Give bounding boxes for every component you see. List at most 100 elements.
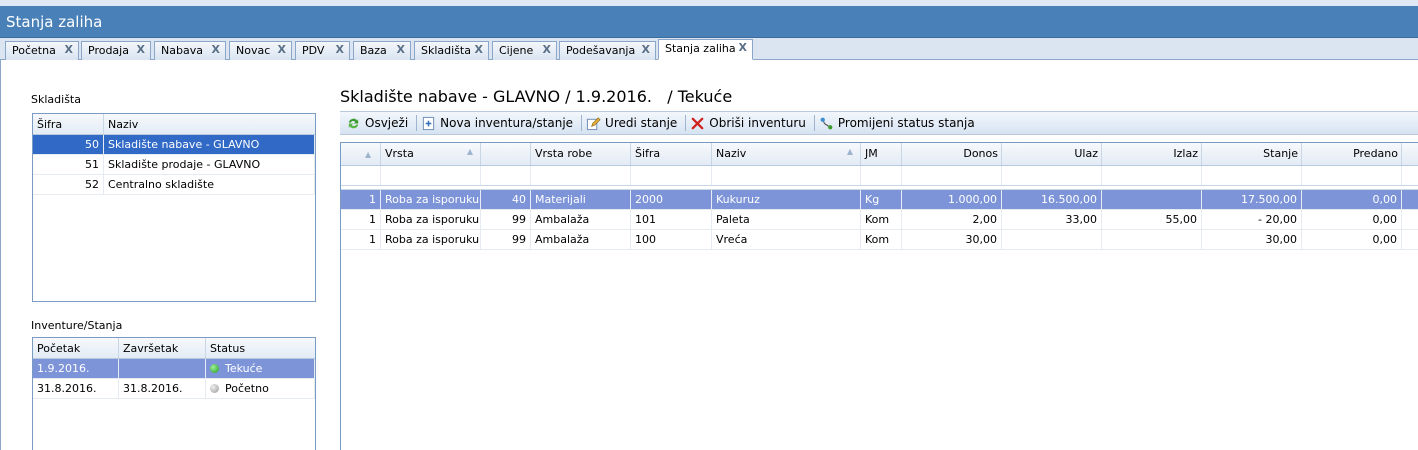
column-header-naziv[interactable]: Naziv	[104, 114, 315, 134]
close-icon[interactable]: X	[475, 43, 483, 56]
tab-stanja-zaliha[interactable]: Stanja zaliha X	[658, 39, 753, 60]
column-header-vrsta-robe-no[interactable]	[481, 143, 531, 165]
column-header-label: Naziv	[716, 147, 747, 160]
cell-naziv: Kukuruz	[712, 190, 861, 209]
close-icon[interactable]: X	[212, 43, 220, 56]
close-icon[interactable]: X	[397, 43, 405, 56]
cell-vrsta-robe-no: 40	[481, 190, 531, 209]
table-row[interactable]: 31.8.2016. 31.8.2016. Početno	[33, 379, 315, 399]
table-row[interactable]: 1 Roba za isporuku 40 Materijali 2000 Ku…	[341, 190, 1418, 210]
warehouses-grid[interactable]: Šifra Naziv 50 Skladište nabave - GLAVNO…	[32, 113, 316, 302]
status-text: Tekuće	[225, 362, 263, 375]
cell-status: Tekuće	[206, 359, 315, 378]
stock-grid[interactable]: ▲ Vrsta ▲ Vrsta robe Šifra Naziv ▲ JM Dono…	[340, 142, 1418, 450]
new-inventory-button[interactable]: Nova inventura/stanje	[419, 113, 579, 133]
tab-nabava[interactable]: Nabava X	[154, 41, 226, 60]
cell-donos: 1.000,00	[902, 190, 1002, 209]
filter-cell[interactable]	[1002, 166, 1102, 185]
new-document-icon	[423, 116, 435, 130]
column-header-status[interactable]: Status	[206, 338, 315, 358]
cell-vrsta-robe-no: 99	[481, 230, 531, 249]
delete-inventory-button[interactable]: Obriši inventuru	[688, 113, 812, 133]
status-text: Početno	[225, 382, 269, 395]
close-icon[interactable]: X	[65, 43, 73, 56]
column-header-donos[interactable]: Donos	[902, 143, 1002, 165]
sort-icon: ▲	[365, 150, 372, 159]
column-header-vrsta-robe[interactable]: Vrsta robe	[531, 143, 631, 165]
tab-cijene[interactable]: Cijene X	[492, 41, 557, 60]
filter-cell[interactable]	[341, 166, 381, 185]
cell-naziv: Skladište nabave - GLAVNO	[104, 135, 315, 154]
column-header-predano[interactable]: Predano	[1302, 143, 1402, 165]
cell-vrsta-robe: Ambalaža	[531, 210, 631, 229]
close-icon[interactable]: X	[543, 43, 551, 56]
cell-pocetak: 31.8.2016.	[33, 379, 119, 398]
close-icon[interactable]: X	[278, 43, 286, 56]
filter-cell[interactable]	[481, 166, 531, 185]
tab-novac[interactable]: Novac X	[229, 41, 292, 60]
cell-stanje: 30,00	[1202, 230, 1302, 249]
cell-sifra: 52	[33, 175, 104, 194]
filter-cell[interactable]	[902, 166, 1002, 185]
close-icon[interactable]: X	[642, 43, 650, 56]
inventories-grid[interactable]: Početak Završetak Status 1.9.2016. Tekuć…	[32, 337, 316, 450]
column-header-sifra[interactable]: Šifra	[33, 114, 104, 134]
cell-vrsta-no: 1	[341, 190, 381, 209]
edit-button[interactable]: Uredi stanje	[584, 113, 683, 133]
column-header-indicator[interactable]: ▲	[341, 143, 381, 165]
cell-predano: 0,00	[1302, 190, 1402, 209]
filter-row[interactable]	[341, 166, 1418, 186]
filter-cell[interactable]	[712, 166, 861, 185]
close-icon[interactable]: X	[336, 43, 344, 56]
filter-cell[interactable]	[861, 166, 902, 185]
table-row[interactable]: 50 Skladište nabave - GLAVNO	[33, 135, 315, 155]
cell-izlaz	[1102, 190, 1202, 209]
cell-sifra: 51	[33, 155, 104, 174]
column-header-zavrsetak[interactable]: Završetak	[119, 338, 206, 358]
tab-label: Nabava	[161, 44, 203, 57]
edit-icon	[586, 116, 601, 130]
cell-sifra: 50	[33, 135, 104, 154]
table-row[interactable]: 51 Skladište prodaje - GLAVNO	[33, 155, 315, 175]
table-row[interactable]: 1.9.2016. Tekuće	[33, 359, 315, 379]
filter-cell[interactable]	[631, 166, 712, 185]
filter-cell[interactable]	[381, 166, 481, 185]
edit-label: Uredi stanje	[605, 116, 678, 130]
tab-pocetna[interactable]: Početna X	[5, 41, 79, 60]
warehouses-grid-header: Šifra Naziv	[33, 114, 315, 135]
column-header-vrsta[interactable]: Vrsta ▲	[381, 143, 481, 165]
tab-baza[interactable]: Baza X	[353, 41, 411, 60]
close-icon[interactable]: X	[137, 43, 145, 56]
column-header-jm[interactable]: JM	[861, 143, 902, 165]
filter-cell[interactable]	[1202, 166, 1302, 185]
change-status-button[interactable]: Promijeni status stanja	[817, 113, 981, 133]
tab-content: Skladišta Šifra Naziv 50 Skladište nabav…	[0, 60, 1418, 450]
column-header-stanje[interactable]: Stanje	[1202, 143, 1302, 165]
tab-pdv[interactable]: PDV X	[295, 41, 350, 60]
filter-cell[interactable]	[531, 166, 631, 185]
tab-label: Cijene	[499, 44, 534, 57]
filter-cell[interactable]	[1102, 166, 1202, 185]
column-header-sifra[interactable]: Šifra	[631, 143, 712, 165]
tab-prodaja[interactable]: Prodaja X	[81, 41, 151, 60]
tab-podesavanja[interactable]: Podešavanja X	[559, 41, 656, 60]
stock-grid-header: ▲ Vrsta ▲ Vrsta robe Šifra Naziv ▲ JM Dono…	[341, 143, 1418, 166]
column-header-ulaz[interactable]: Ulaz	[1002, 143, 1102, 165]
tab-skladista[interactable]: Skladišta X	[414, 41, 489, 60]
table-row[interactable]: 1 Roba za isporuku 99 Ambalaža 100 Vreća…	[341, 230, 1418, 250]
column-header-pocetak[interactable]: Početak	[33, 338, 119, 358]
cell-predano: 0,00	[1302, 230, 1402, 249]
refresh-button[interactable]: Osvježi	[344, 113, 414, 133]
cell-sifra: 2000	[631, 190, 712, 209]
cell-zavrsetak: 31.8.2016.	[119, 379, 206, 398]
table-row[interactable]: 1 Roba za isporuku 99 Ambalaža 101 Palet…	[341, 210, 1418, 230]
table-row[interactable]: 52 Centralno skladište	[33, 175, 315, 195]
filter-cell[interactable]	[1302, 166, 1402, 185]
status-inactive-icon	[210, 384, 219, 393]
column-header-izlaz[interactable]: Izlaz	[1102, 143, 1202, 165]
column-header-naziv[interactable]: Naziv ▲	[712, 143, 861, 165]
toolbar-separator	[416, 115, 418, 131]
close-icon[interactable]: X	[739, 41, 747, 54]
delete-icon	[691, 117, 704, 129]
cell-jm: Kg	[861, 190, 902, 209]
